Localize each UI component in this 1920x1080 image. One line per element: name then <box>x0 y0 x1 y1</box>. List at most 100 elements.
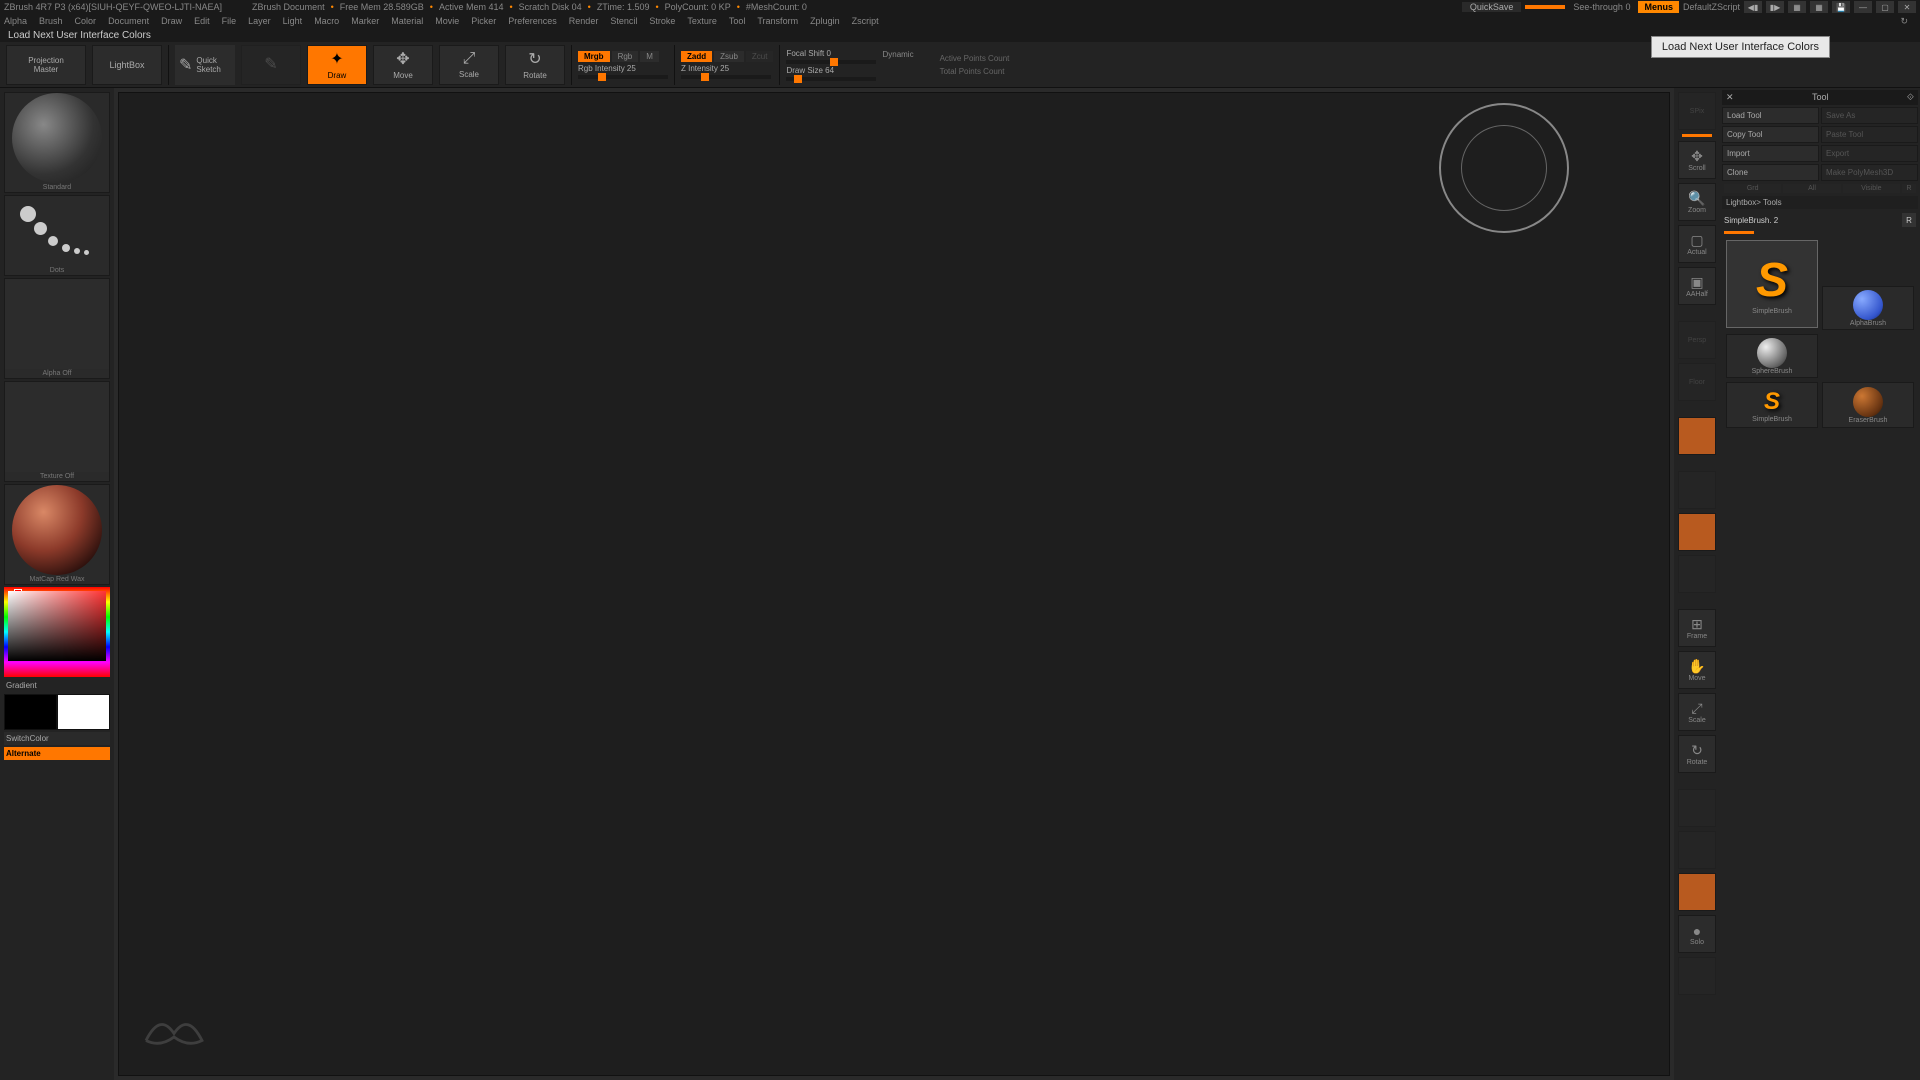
copy-tool-button[interactable]: Copy Tool <box>1722 126 1819 143</box>
frame-button[interactable]: ⊞Frame <box>1678 609 1716 647</box>
draw-size-slider[interactable] <box>786 77 876 81</box>
r-chip[interactable]: R <box>1902 184 1916 193</box>
alpha-picker[interactable]: Alpha Off <box>4 278 110 379</box>
scroll-button[interactable]: ✥Scroll <box>1678 141 1716 179</box>
tool-simplebrush2[interactable]: S SimpleBrush <box>1726 382 1818 428</box>
menu-light[interactable]: Light <box>283 16 303 26</box>
maximize-icon[interactable]: ▢ <box>1876 1 1894 13</box>
grid-chip[interactable]: Grd <box>1724 184 1781 193</box>
zoom-button[interactable]: 🔍Zoom <box>1678 183 1716 221</box>
menu-brush[interactable]: Brush <box>39 16 63 26</box>
save-ui-icon[interactable]: 💾 <box>1832 1 1850 13</box>
mrgb-button[interactable]: Mrgb <box>578 51 610 62</box>
scale-nav-button[interactable]: ⤢Scale <box>1678 693 1716 731</box>
menu-movie[interactable]: Movie <box>435 16 459 26</box>
draw-button[interactable]: ✦Draw <box>307 45 367 85</box>
switchcolor-button[interactable]: SwitchColor <box>4 732 110 745</box>
seethrough-slider[interactable]: See-through 0 <box>1569 2 1634 12</box>
menu-zscript[interactable]: Zscript <box>852 16 879 26</box>
color-picker[interactable] <box>4 587 110 677</box>
menu-stencil[interactable]: Stencil <box>610 16 637 26</box>
rgb-button[interactable]: Rgb <box>612 51 639 62</box>
default-script[interactable]: DefaultZScript <box>1683 2 1740 12</box>
menu-macro[interactable]: Macro <box>314 16 339 26</box>
lightbox-button[interactable]: LightBox <box>92 45 162 85</box>
move-button[interactable]: ✥Move <box>373 45 433 85</box>
actual-button[interactable]: ▢Actual <box>1678 225 1716 263</box>
menu-transform[interactable]: Transform <box>757 16 798 26</box>
alternate-button[interactable]: Alternate <box>4 747 110 760</box>
ui-next-icon[interactable]: ▮▶ <box>1766 1 1784 13</box>
m-button[interactable]: M <box>640 51 659 62</box>
menus-button[interactable]: Menus <box>1638 1 1679 13</box>
load-tool-button[interactable]: Load Tool <box>1722 107 1819 124</box>
menu-edit[interactable]: Edit <box>194 16 210 26</box>
close-icon[interactable]: ✕ <box>1898 1 1916 13</box>
transp-button[interactable] <box>1678 831 1716 869</box>
tool-alphabrush[interactable]: AlphaBrush <box>1822 286 1914 330</box>
menu-picker[interactable]: Picker <box>471 16 496 26</box>
menu-alpha[interactable]: Alpha <box>4 16 27 26</box>
xpose-button[interactable] <box>1678 513 1716 551</box>
z-intensity-label[interactable]: Z Intensity 25 <box>681 64 729 73</box>
draw-size-label[interactable]: Draw Size 64 <box>786 66 834 75</box>
focal-shift-label[interactable]: Focal Shift 0 <box>786 49 830 58</box>
focal-shift-slider[interactable] <box>786 60 876 64</box>
brush-picker[interactable]: Standard <box>4 92 110 193</box>
lightbox-tools-label[interactable]: Lightbox> Tools <box>1722 196 1918 209</box>
gradient-button[interactable]: Gradient <box>4 679 110 692</box>
layout-a-icon[interactable]: ▦ <box>1788 1 1806 13</box>
projection-master-button[interactable]: Projection Master <box>6 45 86 85</box>
swatch-secondary[interactable] <box>4 694 57 730</box>
z-intensity-slider[interactable] <box>681 75 771 79</box>
tool-simplebrush[interactable]: S SimpleBrush <box>1726 240 1818 328</box>
quicksave-button[interactable]: QuickSave <box>1462 2 1522 12</box>
r-button[interactable]: R <box>1902 213 1916 227</box>
material-picker[interactable]: MatCap Red Wax <box>4 484 110 585</box>
rotate-button[interactable]: ↻Rotate <box>505 45 565 85</box>
menu-stroke[interactable]: Stroke <box>649 16 675 26</box>
stroke-picker[interactable]: Dots <box>4 195 110 276</box>
layout-b-icon[interactable]: ▦ <box>1810 1 1828 13</box>
quick-sketch-button[interactable]: ✎Quick Sketch <box>175 45 235 85</box>
polyf-button[interactable] <box>1678 789 1716 827</box>
solo-button[interactable]: ●Solo <box>1678 915 1716 953</box>
menu-tool[interactable]: Tool <box>729 16 746 26</box>
menu-layer[interactable]: Layer <box>248 16 271 26</box>
menu-zplugin[interactable]: Zplugin <box>810 16 840 26</box>
paste-tool-button[interactable]: Paste Tool <box>1821 126 1918 143</box>
spix-button[interactable]: SPix <box>1678 92 1716 130</box>
ghost-button[interactable] <box>1678 873 1716 911</box>
recycle-icon[interactable]: ↻ <box>1900 16 1908 27</box>
canvas[interactable] <box>118 92 1670 1076</box>
rotate-nav-button[interactable]: ↻Rotate <box>1678 735 1716 773</box>
visible-chip[interactable]: Visible <box>1843 184 1900 193</box>
edit-button[interactable]: ✎ <box>241 45 301 85</box>
import-button[interactable]: Import <box>1722 145 1819 162</box>
rgb-intensity-slider[interactable] <box>578 75 668 79</box>
move-nav-button[interactable]: ✋Move <box>1678 651 1716 689</box>
tool-eraserbrush[interactable]: EraserBrush <box>1822 382 1914 428</box>
scale-button[interactable]: ⤢Scale <box>439 45 499 85</box>
zsub-button[interactable]: Zsub <box>714 51 744 62</box>
swatch-primary[interactable] <box>57 694 110 730</box>
tool-spherebrush[interactable]: SphereBrush <box>1726 334 1818 378</box>
ui-prev-icon[interactable]: ◀▮ <box>1744 1 1762 13</box>
menu-preferences[interactable]: Preferences <box>508 16 557 26</box>
zadd-button[interactable]: Zadd <box>681 51 712 62</box>
lsym-button[interactable] <box>1678 471 1716 509</box>
menu-file[interactable]: File <box>222 16 237 26</box>
floor-button[interactable]: Floor <box>1678 363 1716 401</box>
dynamic-toggle[interactable]: Dynamic <box>882 50 913 59</box>
zcut-button[interactable]: Zcut <box>746 51 774 62</box>
aahalf-button[interactable]: ▣AAHalf <box>1678 267 1716 305</box>
panel-close-icon[interactable]: ✕ <box>1726 92 1734 103</box>
menu-color[interactable]: Color <box>75 16 97 26</box>
menu-marker[interactable]: Marker <box>351 16 379 26</box>
menu-material[interactable]: Material <box>391 16 423 26</box>
rgb-intensity-label[interactable]: Rgb Intensity 25 <box>578 64 636 73</box>
polymesh-button[interactable]: Make PolyMesh3D <box>1821 164 1918 181</box>
menu-render[interactable]: Render <box>569 16 599 26</box>
texture-picker[interactable]: Texture Off <box>4 381 110 482</box>
menu-draw[interactable]: Draw <box>161 16 182 26</box>
